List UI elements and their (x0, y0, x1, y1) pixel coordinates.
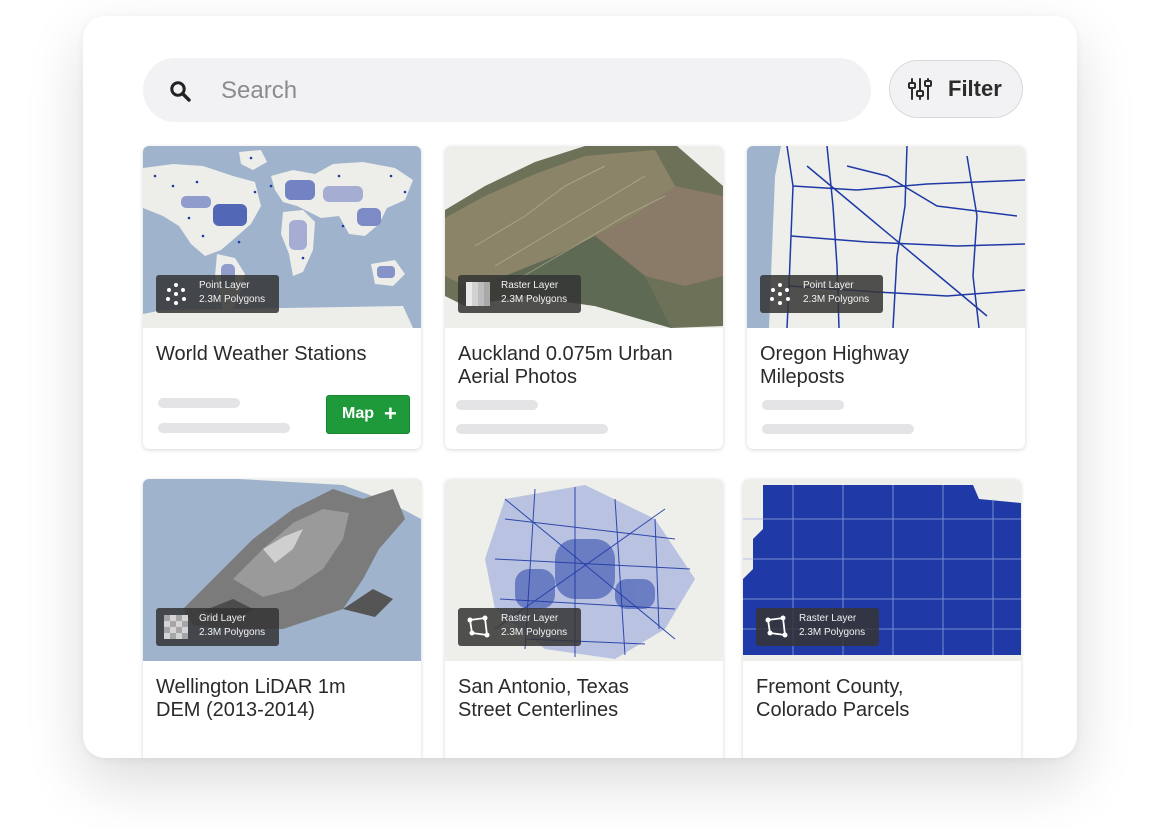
polygon-icon (467, 615, 490, 638)
map-thumbnail: Point Layer 2.3M Polygons (143, 146, 421, 328)
map-thumbnail: Raster Layer 2.3M Polygons (445, 146, 723, 328)
dataset-card[interactable]: Grid Layer 2.3M Polygons Wellington LiDA… (143, 479, 421, 758)
map-thumbnail: Raster Layer 2.3M Polygons (743, 479, 1021, 661)
filter-label: Filter (948, 76, 1002, 101)
layer-type: Point Layer (199, 280, 250, 291)
card-title: Auckland 0.075m Urban Aerial Photos (458, 343, 673, 388)
feature-count: 2.3M Polygons (501, 294, 568, 305)
points-icon (770, 283, 790, 305)
feature-count: 2.3M Polygons (799, 627, 866, 638)
map-thumbnail: Point Layer 2.3M Polygons (747, 146, 1025, 328)
map-thumbnail: Raster Layer 2.3M Polygons (445, 479, 723, 661)
feature-count: 2.3M Polygons (199, 294, 266, 305)
feature-count: 2.3M Polygons (803, 294, 870, 305)
map-button-label: Map (342, 405, 374, 422)
search-input[interactable] (219, 68, 843, 114)
placeholder-line (456, 400, 538, 410)
raster-icon (466, 282, 490, 306)
layer-type: Raster Layer (501, 613, 559, 624)
polygon-icon (765, 615, 788, 638)
placeholder-line (158, 423, 290, 433)
dataset-card[interactable]: Raster Layer 2.3M Polygons Auckland 0.07… (445, 146, 723, 449)
sliders-icon (908, 78, 932, 100)
grid-icon (164, 615, 188, 639)
layer-badge: Point Layer 2.3M Polygons (156, 275, 279, 313)
dataset-card[interactable]: Point Layer 2.3M Polygons Oregon Highway… (747, 146, 1025, 449)
dataset-browser-panel: Filter (83, 16, 1077, 758)
feature-count: 2.3M Polygons (199, 627, 266, 638)
layer-badge: Point Layer 2.3M Polygons (760, 275, 883, 313)
layer-type: Grid Layer (199, 613, 246, 624)
dataset-card[interactable]: Raster Layer 2.3M Polygons Fremont Count… (743, 479, 1021, 758)
points-icon (166, 283, 186, 305)
plus-icon: + (384, 401, 397, 426)
placeholder-line (762, 400, 844, 410)
dataset-card[interactable]: Raster Layer 2.3M Polygons San Antonio, … (445, 479, 723, 758)
map-thumbnail: Grid Layer 2.3M Polygons (143, 479, 421, 661)
layer-type: Raster Layer (501, 280, 559, 291)
layer-type: Raster Layer (799, 613, 857, 624)
map-add-button[interactable]: Map + (326, 395, 410, 434)
placeholder-line (158, 398, 240, 408)
card-title: World Weather Stations (156, 343, 367, 365)
search-bar[interactable] (143, 58, 871, 122)
placeholder-line (456, 424, 608, 434)
feature-count: 2.3M Polygons (501, 627, 568, 638)
card-title: Fremont County, Colorado Parcels (756, 676, 910, 721)
placeholder-line (762, 424, 914, 434)
layer-type: Point Layer (803, 280, 854, 291)
card-title: Wellington LiDAR 1m DEM (2013-2014) (156, 676, 346, 721)
card-title: Oregon Highway Mileposts (760, 343, 909, 388)
layer-badge: Grid Layer 2.3M Polygons (156, 608, 279, 646)
card-title: San Antonio, Texas Street Centerlines (458, 676, 629, 721)
dataset-card[interactable]: Point Layer 2.3M Polygons World Weather … (143, 146, 421, 449)
layer-badge: Raster Layer 2.3M Polygons (458, 608, 581, 646)
layer-badge: Raster Layer 2.3M Polygons (756, 608, 879, 646)
search-icon (170, 81, 191, 102)
layer-badge: Raster Layer 2.3M Polygons (458, 275, 581, 313)
filter-button[interactable]: Filter (889, 60, 1023, 118)
